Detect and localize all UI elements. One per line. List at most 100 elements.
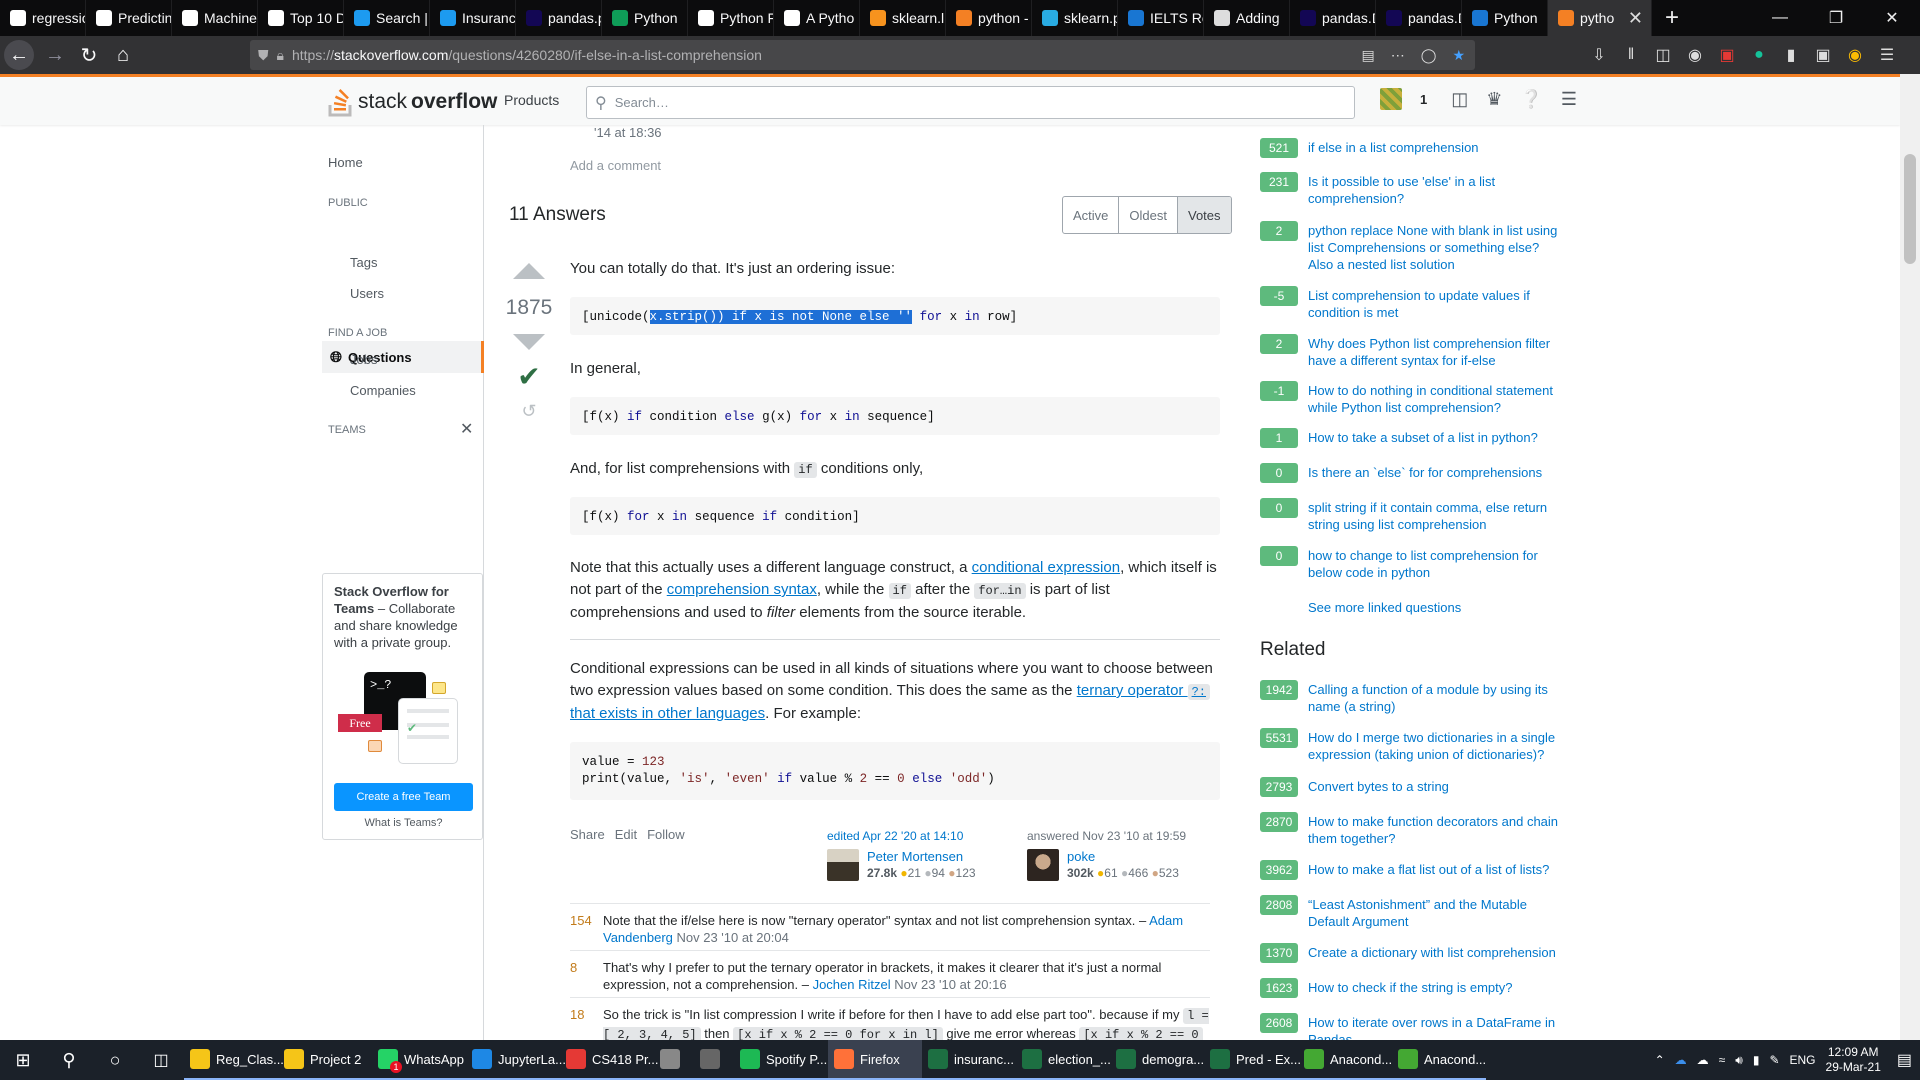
tab-oldest[interactable]: Oldest (1119, 197, 1178, 233)
taskbar-app[interactable]: Spotify P... (734, 1040, 828, 1080)
onedrive-icon[interactable]: ☁ (1697, 1053, 1709, 1067)
taskbar-app[interactable] (694, 1040, 734, 1080)
new-tab-button[interactable]: + (1652, 0, 1692, 36)
taskbar-app[interactable]: Reg_Clas... (184, 1040, 284, 1080)
notifications-icon[interactable]: ▤ (1897, 1050, 1912, 1070)
scrollbar-thumb[interactable] (1904, 154, 1916, 264)
comment-user-link[interactable]: Jochen Ritzel (813, 977, 891, 992)
volume-icon[interactable]: 🔊︎ (1735, 1053, 1743, 1068)
extension-icon[interactable]: ▣ (1718, 45, 1736, 65)
url-bar[interactable]: ⛊ 🔒︎ https://stackoverflow.com/questions… (250, 40, 1475, 70)
editor-avatar[interactable] (827, 849, 859, 881)
extension-icon[interactable]: ◉ (1846, 45, 1864, 65)
lock-icon[interactable]: 🔒︎ (277, 47, 284, 64)
conditional-expression-link[interactable]: conditional expression (972, 559, 1120, 576)
onedrive-icon[interactable]: ☁ (1675, 1053, 1687, 1067)
extension-icon[interactable]: ▣ (1814, 45, 1832, 65)
sidebar-question-item[interactable]: -5 List comprehension to update values if… (1260, 286, 1565, 321)
taskbar-app[interactable]: demogra... (1110, 1040, 1204, 1080)
question-title-link[interactable]: List comprehension to update values if c… (1308, 287, 1565, 321)
browser-tab[interactable]: Adding (1204, 0, 1290, 36)
add-comment-link[interactable]: Add a comment (570, 158, 661, 173)
browser-tab[interactable]: Python (602, 0, 688, 36)
browser-tab[interactable]: Predictin (86, 0, 172, 36)
browser-tab[interactable]: pandas.D (1290, 0, 1376, 36)
sidebar-question-item[interactable]: 2 Why does Python list comprehension filt… (1260, 334, 1565, 369)
question-title-link[interactable]: Convert bytes to a string (1308, 778, 1449, 797)
what-is-teams-link[interactable]: What is Teams? (323, 817, 484, 829)
nav-questions[interactable]: 🌐︎ Questions (322, 341, 484, 373)
nav-users[interactable]: Users (350, 286, 384, 301)
browser-tab[interactable]: Python (1462, 0, 1548, 36)
see-more-linked-link[interactable]: See more linked questions (1308, 600, 1461, 615)
taskbar-app[interactable]: JupyterLa... (466, 1040, 566, 1080)
comprehension-syntax-link[interactable]: comprehension syntax (667, 581, 817, 598)
clock[interactable]: 12:09 AM 29-Mar-21 (1826, 1045, 1881, 1075)
taskbar-app[interactable]: election_... (1016, 1040, 1111, 1080)
site-logo[interactable]: stack overflow (328, 87, 497, 117)
reader-view-icon[interactable]: ▤ (1362, 47, 1375, 64)
sidebar-question-item[interactable]: 1 How to take a subset of a list in pytho… (1260, 428, 1565, 448)
bookmark-star-icon[interactable]: ★ (1452, 47, 1465, 64)
browser-tab[interactable]: IELTS Re (1118, 0, 1204, 36)
browser-tab[interactable]: Search | (344, 0, 430, 36)
chevron-up-icon[interactable]: ⌃ (1655, 1053, 1665, 1067)
upvote-icon[interactable] (513, 263, 545, 279)
sidebar-question-item[interactable]: 2 python replace None with blank in list … (1260, 221, 1565, 273)
taskbar-app[interactable]: insuranc... (922, 1040, 1016, 1080)
page-actions-icon[interactable]: ⋯ (1391, 47, 1405, 64)
question-title-link[interactable]: Is it possible to use 'else' in a list c… (1308, 173, 1565, 207)
sidebar-question-item[interactable]: 2808 “Least Astonishment” and the Mutable… (1260, 895, 1565, 930)
taskbar-app[interactable]: Pred - Ex... (1204, 1040, 1301, 1080)
library-icon[interactable]: ‖ (1622, 46, 1640, 64)
browser-tab[interactable]: sklearn.p (1032, 0, 1118, 36)
history-icon[interactable]: ↺ (504, 401, 554, 422)
inbox-icon[interactable]: ◫ (1451, 89, 1468, 110)
browser-tab[interactable]: regressio (0, 0, 86, 36)
close-tab-icon[interactable]: ✕ (1628, 8, 1643, 29)
home-button[interactable]: ⌂ (106, 38, 140, 72)
browser-tab-active[interactable]: pytho ✕ (1548, 0, 1652, 36)
question-title-link[interactable]: split string if it contain comma, else r… (1308, 499, 1565, 533)
share-link[interactable]: Share (570, 827, 605, 842)
sidebar-question-item[interactable]: 231 Is it possible to use 'else' in a lis… (1260, 172, 1565, 207)
achievements-icon[interactable]: ♛ (1486, 89, 1502, 110)
question-title-link[interactable]: How do I merge two dictionaries in a sin… (1308, 729, 1565, 763)
browser-tab[interactable]: Python F (688, 0, 774, 36)
editor-name-link[interactable]: Peter Mortensen (867, 849, 963, 864)
question-title-link[interactable]: Is there an `else` for for comprehension… (1308, 464, 1542, 483)
site-switcher-icon[interactable]: ☰ (1561, 89, 1577, 110)
cortana-icon[interactable]: ○ (92, 1040, 138, 1080)
downloads-icon[interactable]: ⇩ (1590, 45, 1608, 65)
question-title-link[interactable]: Why does Python list comprehension filte… (1308, 335, 1565, 369)
minimize-icon[interactable]: — (1752, 0, 1808, 36)
url-text[interactable]: https://stackoverflow.com/questions/4260… (292, 47, 762, 63)
taskbar-app[interactable]: CS418 Pr... (560, 1040, 658, 1080)
tab-active[interactable]: Active (1063, 197, 1120, 233)
pen-icon[interactable]: ✎ (1769, 1053, 1779, 1067)
question-title-link[interactable]: How to do nothing in conditional stateme… (1308, 382, 1565, 416)
help-icon[interactable]: ❔ (1520, 89, 1542, 110)
question-title-link[interactable]: How to make a flat list out of a list of… (1308, 861, 1549, 880)
question-title-link[interactable]: Create a dictionary with list comprehens… (1308, 944, 1556, 963)
account-icon[interactable]: ◉ (1686, 45, 1704, 65)
restore-icon[interactable]: ❐ (1808, 0, 1864, 36)
forward-button[interactable]: → (38, 38, 72, 72)
question-title-link[interactable]: How to take a subset of a list in python… (1308, 429, 1538, 448)
nav-companies[interactable]: Companies (350, 383, 416, 398)
sidebar-question-item[interactable]: 2793 Convert bytes to a string (1260, 777, 1565, 797)
grammarly-icon[interactable]: ● (1750, 46, 1768, 64)
sidebar-question-item[interactable]: 0 Is there an `else` for for comprehensio… (1260, 463, 1565, 483)
browser-tab[interactable]: pandas.p (516, 0, 602, 36)
browser-tab[interactable]: python - (946, 0, 1032, 36)
sidebar-question-item[interactable]: 0 how to change to list comprehension for… (1260, 546, 1565, 581)
nav-home[interactable]: Home (328, 155, 363, 170)
nav-jobs[interactable]: Jobs (350, 352, 377, 367)
close-window-icon[interactable]: ✕ (1864, 0, 1920, 36)
follow-link[interactable]: Follow (647, 827, 685, 842)
question-title-link[interactable]: how to change to list comprehension for … (1308, 547, 1565, 581)
sidebar-icon[interactable]: ◫ (1654, 45, 1672, 65)
nav-tags[interactable]: Tags (350, 255, 377, 270)
task-view-icon[interactable]: ◫ (138, 1040, 184, 1080)
sidebar-question-item[interactable]: 1942 Calling a function of a module by us… (1260, 680, 1565, 715)
